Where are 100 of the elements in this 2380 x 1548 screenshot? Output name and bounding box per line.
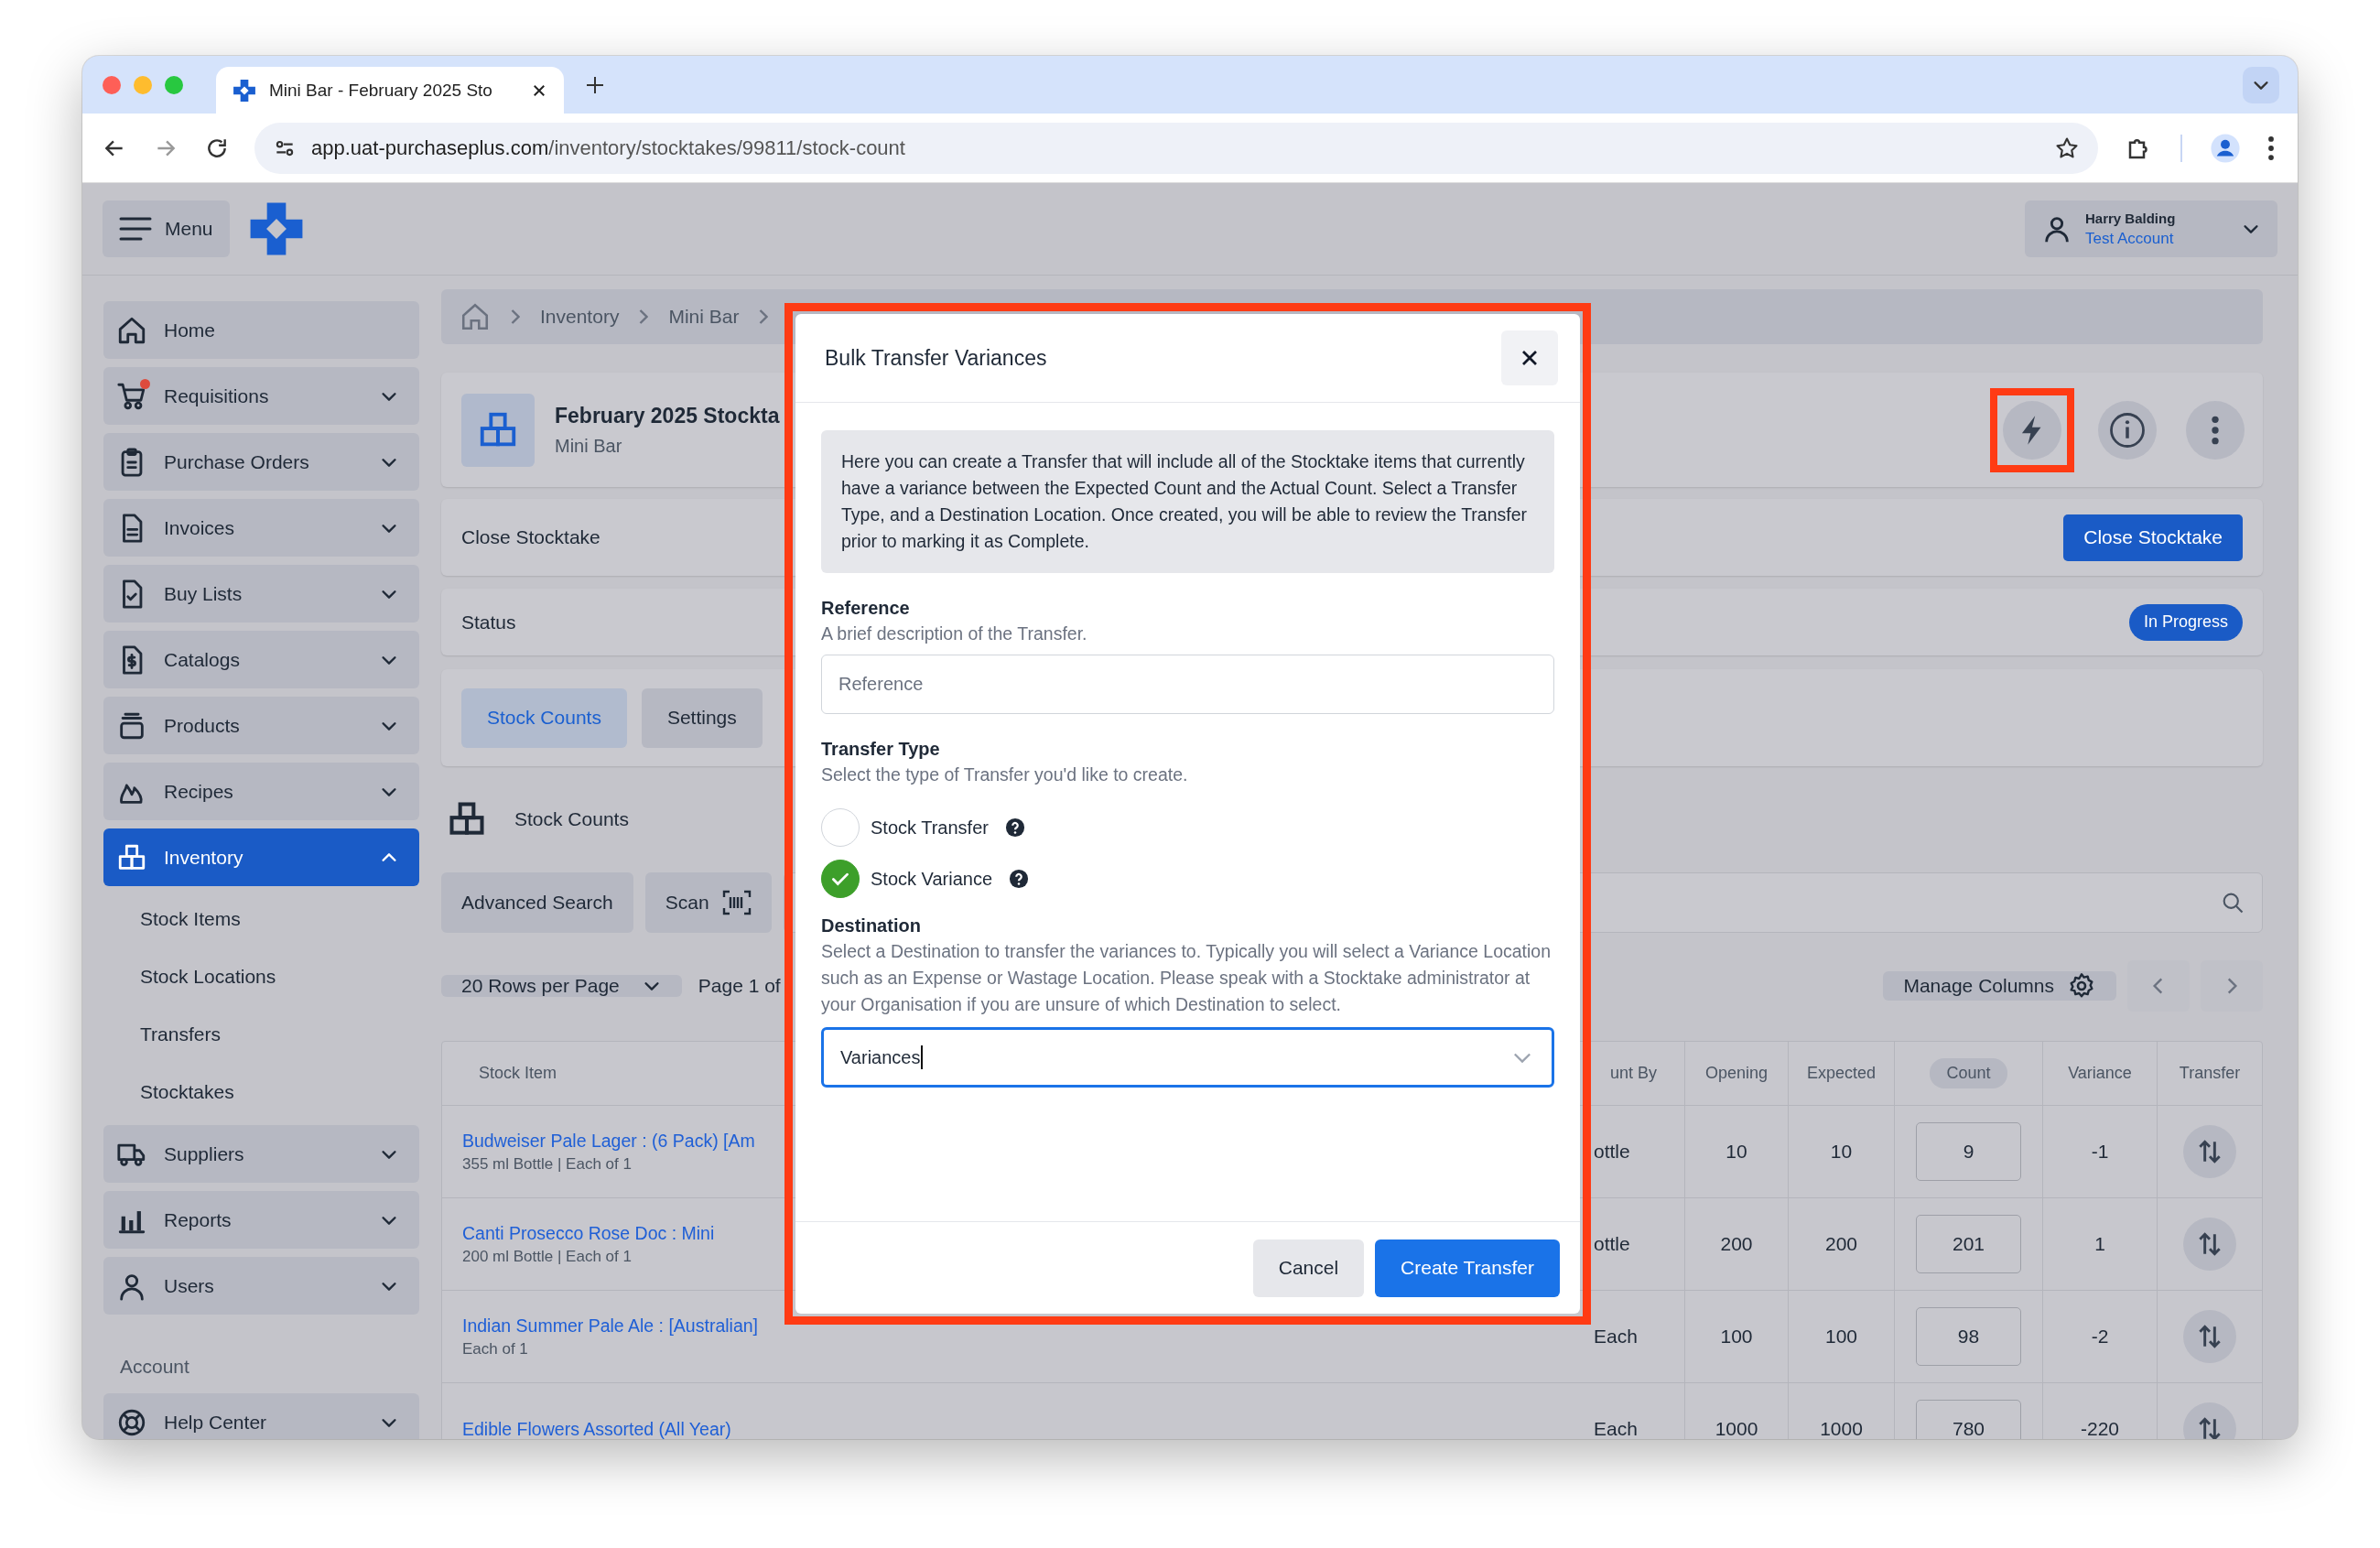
user-menu-button[interactable]: Harry Balding Test Account xyxy=(2025,200,2277,257)
column-header[interactable]: Count xyxy=(1930,1058,2007,1088)
chevron-right-icon xyxy=(511,309,520,325)
profile-icon[interactable] xyxy=(2210,132,2241,164)
help-icon[interactable] xyxy=(1009,869,1030,889)
sidebar-subitem[interactable]: Transfers xyxy=(103,1010,226,1059)
column-header[interactable]: Stock Item xyxy=(462,1058,574,1088)
close-button[interactable] xyxy=(1501,330,1558,385)
sidebar-item[interactable]: Recipes xyxy=(103,763,419,820)
section-title: Stock Counts xyxy=(514,808,629,830)
scan-button[interactable]: Scan xyxy=(644,872,772,933)
sidebar-item[interactable]: Requisitions xyxy=(103,367,419,425)
sidebar-subitem[interactable]: Stocktakes xyxy=(103,1067,240,1117)
sidebar-item[interactable]: Buy Lists xyxy=(103,565,419,622)
stocktake-subtitle: Mini Bar xyxy=(555,435,623,457)
stock-item-detail: 355 ml Bottle | Each of 1 xyxy=(462,1154,632,1174)
table-cell: -220 xyxy=(2081,1418,2119,1439)
radio-label: Stock Transfer xyxy=(871,817,989,839)
advanced-search-button[interactable]: Advanced Search xyxy=(441,872,633,933)
sidebar-item[interactable]: Catalogs xyxy=(103,631,419,688)
row-label: Close Stocktake xyxy=(461,526,600,548)
table-cell: 200 xyxy=(1824,1233,1857,1255)
dialog-title: Bulk Transfer Variances xyxy=(825,345,1047,371)
table-cell: 1000 xyxy=(1715,1418,1758,1439)
close-stocktake-button[interactable]: Close Stocktake xyxy=(2063,514,2243,561)
table-cell: ottle xyxy=(1594,1233,1630,1255)
field-label: Transfer Type xyxy=(821,738,941,761)
breadcrumb-link[interactable]: Inventory xyxy=(540,306,620,328)
notification-dot xyxy=(140,378,150,389)
column-header[interactable]: Transfer xyxy=(2162,1058,2257,1088)
sidebar-item[interactable]: Users xyxy=(103,1257,419,1315)
more-icon[interactable] xyxy=(2268,135,2274,160)
sidebar-item[interactable]: Invoices xyxy=(103,499,419,557)
table-cell: 10 xyxy=(1726,1141,1747,1163)
browser-tab[interactable]: Mini Bar - February 2025 Sto xyxy=(216,67,564,114)
manage-columns-button[interactable]: Manage Columns xyxy=(1883,971,2116,1001)
sidebar-item[interactable]: Home xyxy=(103,301,419,359)
table-cell: 200 xyxy=(1720,1233,1753,1255)
menu-icon xyxy=(119,216,152,242)
chevron-right-icon xyxy=(759,309,769,325)
sidebar-item[interactable]: Purchase Orders xyxy=(103,433,419,491)
user-name: Harry Balding xyxy=(2085,210,2176,226)
radio-label: Stock Variance xyxy=(871,868,993,890)
sidebar-item[interactable]: Suppliers xyxy=(103,1125,419,1183)
cross-logo-icon xyxy=(233,78,256,103)
boxes-icon xyxy=(461,393,535,467)
count-input[interactable]: 9 xyxy=(1916,1122,2021,1181)
table-cell: 10 xyxy=(1830,1141,1853,1163)
count-input[interactable]: 780 xyxy=(1916,1400,2021,1439)
sidebar-item[interactable]: Products xyxy=(103,697,419,754)
row-label: Status xyxy=(461,611,516,633)
destination-select[interactable]: Variances xyxy=(821,1027,1554,1088)
table-cell: -2 xyxy=(2091,1326,2109,1348)
table-cell: 1000 xyxy=(1820,1418,1863,1439)
chevron-right-icon xyxy=(639,309,649,325)
info-icon xyxy=(2108,410,2147,449)
sidebar-item[interactable]: Inventory xyxy=(103,828,419,886)
stocktake-title: February 2025 Stockta xyxy=(555,403,780,428)
info-note: Here you can create a Transfer that will include all of the Stocktake items that currently have a variance between the Expected Count and the Actual Count. Select a Transfer Type, and a Destination Location. Once created, you will be able to review the Transfer prior to marking it as Complete. xyxy=(821,430,1554,573)
address-bar[interactable]: app.uat-purchaseplus.com/inventory/stocktakes/99811/stock-count xyxy=(254,122,2098,174)
column-header[interactable]: unt By xyxy=(1594,1058,1674,1088)
count-input[interactable]: 201 xyxy=(1916,1215,2021,1273)
table-cell: 1 xyxy=(2094,1233,2105,1255)
column-header[interactable]: Opening xyxy=(1688,1058,1785,1088)
menu-button[interactable]: Menu xyxy=(103,200,230,257)
status-badge: In Progress xyxy=(2128,603,2243,641)
table-cell: Each xyxy=(1594,1326,1638,1348)
radio-button[interactable] xyxy=(821,860,860,898)
breadcrumb-link[interactable]: Mini Bar xyxy=(668,306,740,328)
cancel-button[interactable]: Cancel xyxy=(1252,1239,1365,1297)
stock-item-detail: 200 ml Bottle | Each of 1 xyxy=(462,1247,632,1266)
barcode-icon xyxy=(721,890,752,915)
field-label: Destination xyxy=(821,915,922,937)
table-cell: ottle xyxy=(1594,1141,1630,1163)
sidebar-subitem[interactable]: Stock Items xyxy=(103,894,246,944)
field-hint: Select a Destination to transfer the variances to. Typically you will select a Variance Location such as an Expense or Wastage Location. Please speak with a Stocktake administrator at your Organisation if you are unsure of which Destination to select. xyxy=(821,940,1552,1016)
tab[interactable]: Settings xyxy=(641,687,763,748)
sidebar-item[interactable]: Help Center xyxy=(103,1393,419,1439)
field-label: Reference xyxy=(821,597,911,620)
url-text: app.uat-purchaseplus.com/inventory/stocktakes/99811/stock-count xyxy=(311,135,905,160)
section-label: Account xyxy=(119,1355,190,1379)
column-header[interactable]: Variance xyxy=(2051,1058,2148,1088)
table-cell: 100 xyxy=(1824,1326,1857,1348)
field-hint: A brief description of the Transfer. xyxy=(821,622,1088,645)
stock-item-detail: Each of 1 xyxy=(462,1339,528,1359)
table-cell: Each xyxy=(1594,1418,1638,1439)
more-icon xyxy=(2212,414,2219,446)
rows-per-page-button[interactable]: 20 Rows per Page xyxy=(441,975,682,997)
tab-title: Mini Bar - February 2025 Sto xyxy=(269,80,493,101)
create-transfer-button[interactable]: Create Transfer xyxy=(1375,1239,1560,1297)
sidebar-subitem[interactable]: Stock Locations xyxy=(103,952,282,1001)
column-header[interactable]: Expected xyxy=(1790,1058,1893,1088)
tab-list-button[interactable] xyxy=(2243,66,2279,103)
help-icon[interactable] xyxy=(1004,817,1025,838)
count-input[interactable]: 98 xyxy=(1916,1307,2021,1366)
table-cell: 100 xyxy=(1720,1326,1753,1348)
account-name: Test Account xyxy=(2085,229,2175,248)
sidebar-item[interactable]: Reports xyxy=(103,1191,419,1249)
reference-field[interactable]: Reference xyxy=(821,655,1554,714)
field-hint: Select the type of Transfer you'd like to create. xyxy=(821,763,1189,786)
